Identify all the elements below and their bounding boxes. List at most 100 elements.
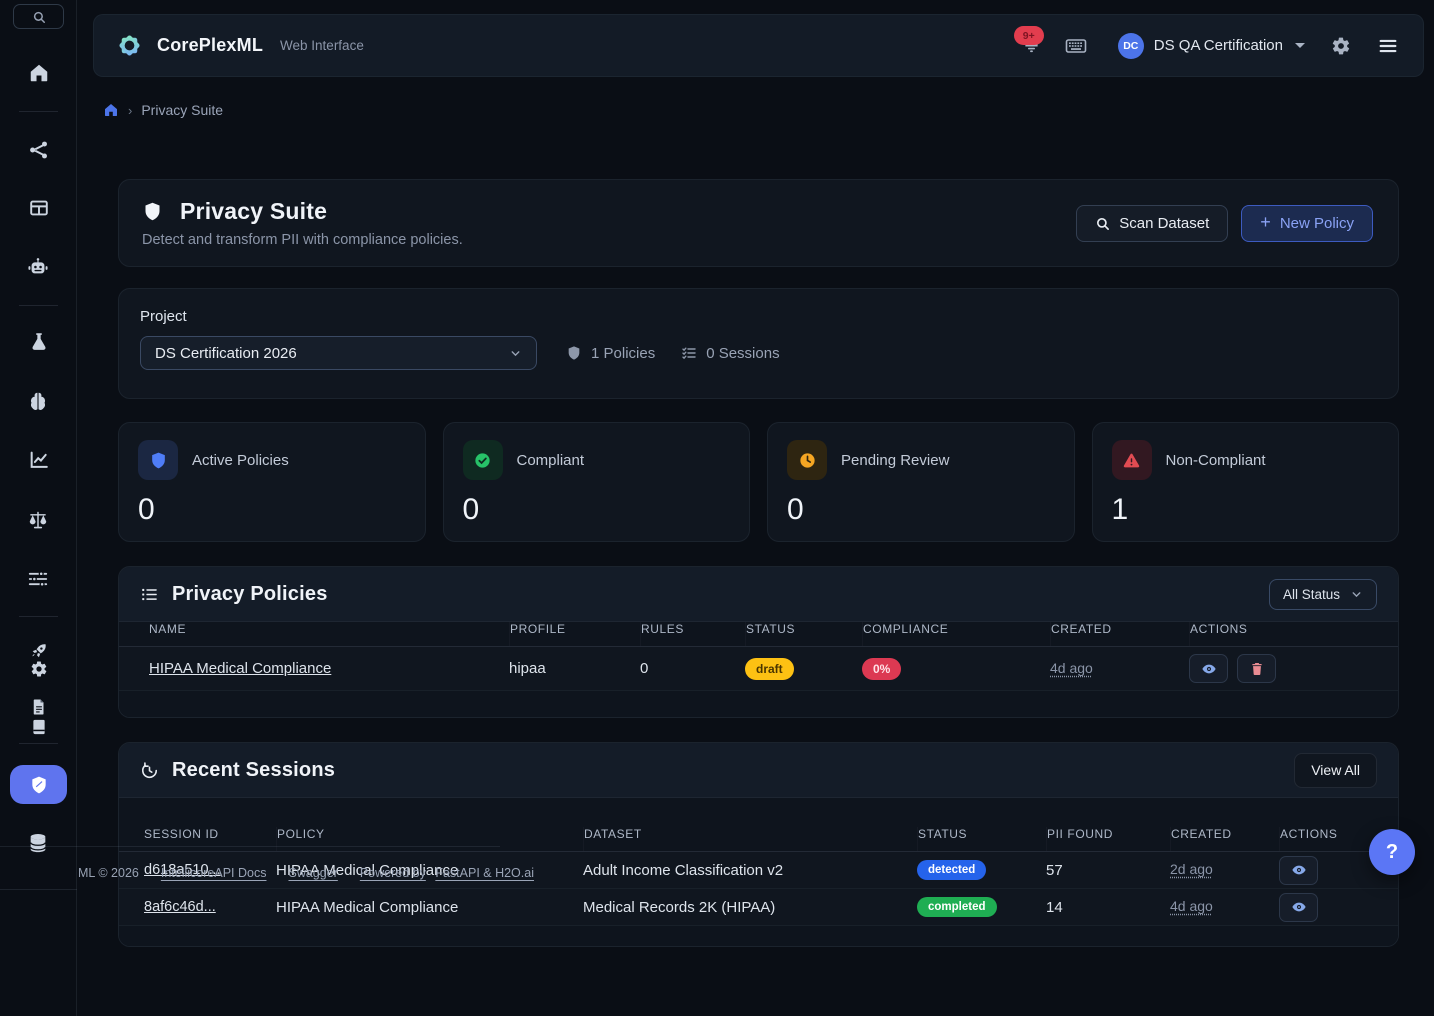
view-all-button[interactable]: View All bbox=[1294, 753, 1377, 788]
notification-badge: 9+ bbox=[1014, 26, 1044, 45]
view-policy-button[interactable] bbox=[1189, 654, 1228, 683]
help-button[interactable]: ? bbox=[1369, 829, 1415, 875]
status-filter-select[interactable]: All Status bbox=[1269, 579, 1377, 610]
session-dataset: Adult Income Classification v2 bbox=[583, 862, 917, 879]
column-header: RULES bbox=[640, 622, 745, 646]
column-header: STATUS bbox=[745, 622, 862, 646]
chevron-down-icon bbox=[1295, 43, 1305, 48]
search-icon bbox=[1095, 216, 1110, 231]
notifications-button[interactable]: 9+ bbox=[1021, 35, 1042, 56]
session-pii-found: 14 bbox=[1046, 899, 1170, 916]
home-icon bbox=[103, 102, 119, 118]
settings-button[interactable] bbox=[1331, 36, 1351, 56]
footer-divider bbox=[0, 846, 500, 847]
scan-dataset-label: Scan Dataset bbox=[1119, 215, 1209, 232]
eye-icon bbox=[1291, 862, 1307, 878]
view-session-button[interactable] bbox=[1279, 856, 1318, 885]
sidebar-divider bbox=[19, 111, 58, 112]
delete-policy-button[interactable] bbox=[1237, 654, 1276, 683]
sidebar-divider bbox=[19, 616, 58, 617]
column-header: ACTIONS bbox=[1279, 827, 1373, 851]
sidebar-search-button[interactable] bbox=[13, 4, 64, 29]
compliance-badge: 0% bbox=[862, 658, 901, 680]
sidebar-item-automl[interactable] bbox=[27, 256, 49, 278]
footer-powered-link[interactable]: FastAPI & H2O.ai bbox=[435, 866, 534, 880]
session-id-link[interactable]: 8af6c46d... bbox=[144, 899, 216, 915]
footer-swagger-link[interactable]: Swagger bbox=[288, 866, 337, 880]
stat-value: 0 bbox=[463, 493, 731, 527]
shield-icon bbox=[142, 200, 163, 223]
document-icon bbox=[30, 698, 48, 716]
project-select-value: DS Certification 2026 bbox=[155, 345, 297, 362]
footer-copyright: ML © 2026 bbox=[78, 866, 139, 880]
sidebar-item-experiments[interactable] bbox=[28, 331, 50, 353]
new-policy-button[interactable]: + New Policy bbox=[1241, 205, 1373, 242]
app-logo-icon bbox=[116, 32, 143, 59]
main-content: Privacy Suite Detect and transform PII w… bbox=[118, 179, 1399, 947]
shield-icon bbox=[29, 775, 49, 795]
sidebar-item-models[interactable] bbox=[27, 390, 49, 412]
stat-card-active-policies: Active Policies 0 bbox=[118, 422, 426, 542]
app-name: CorePlexML bbox=[157, 35, 263, 56]
sidebar-item-data-store[interactable] bbox=[27, 832, 49, 854]
breadcrumb-home-link[interactable] bbox=[103, 102, 119, 118]
stat-label: Active Policies bbox=[192, 452, 289, 469]
sidebar-divider bbox=[19, 743, 58, 744]
project-sessions-count: 0 Sessions bbox=[681, 345, 779, 362]
eye-icon bbox=[1291, 899, 1307, 915]
shield-icon bbox=[138, 440, 178, 480]
eye-icon bbox=[1201, 661, 1217, 677]
sessions-count-label: 0 Sessions bbox=[706, 345, 779, 362]
stats-row: Active Policies 0 Compliant 0 Pending Re… bbox=[118, 422, 1399, 542]
plus-icon: + bbox=[1260, 213, 1271, 231]
clock-icon bbox=[787, 440, 827, 480]
project-policies-count: 1 Policies bbox=[566, 345, 655, 362]
table-icon bbox=[28, 197, 50, 219]
sidebar-divider bbox=[19, 305, 58, 306]
footer-docs-link[interactable]: IntellicoreAPI Docs bbox=[161, 866, 267, 880]
stat-value: 0 bbox=[138, 493, 406, 527]
app-subtitle: Web Interface bbox=[280, 38, 364, 53]
sidebar-item-pipelines[interactable] bbox=[28, 139, 50, 161]
view-session-button[interactable] bbox=[1279, 893, 1318, 922]
project-card: Project DS Certification 2026 1 Policies… bbox=[118, 288, 1399, 399]
menu-button[interactable] bbox=[1377, 35, 1399, 57]
checklist-icon bbox=[681, 345, 697, 361]
stat-card-compliant: Compliant 0 bbox=[443, 422, 751, 542]
keyboard-shortcuts-button[interactable] bbox=[1064, 34, 1088, 58]
session-status-badge: completed bbox=[917, 897, 997, 917]
top-header: CorePlexML Web Interface 9+ DC DS QA Cer… bbox=[93, 14, 1424, 77]
keyboard-icon bbox=[1064, 34, 1088, 58]
stat-value: 0 bbox=[787, 493, 1055, 527]
sidebar-item-privacy-suite-active[interactable] bbox=[10, 765, 67, 804]
user-name: DS QA Certification bbox=[1154, 37, 1283, 54]
book-icon bbox=[30, 718, 48, 736]
policy-rules: 0 bbox=[640, 660, 745, 677]
column-header: COMPLIANCE bbox=[862, 622, 1050, 646]
sidebar-item-reports[interactable] bbox=[30, 698, 48, 716]
project-select[interactable]: DS Certification 2026 bbox=[140, 336, 537, 370]
sidebar-item-deploy[interactable] bbox=[30, 642, 48, 660]
sidebar-item-docs[interactable] bbox=[30, 718, 48, 736]
column-header: STATUS bbox=[917, 827, 1046, 851]
privacy-policies-card: Privacy Policies All Status NAME PROFILE… bbox=[118, 566, 1399, 718]
sessions-section-title: Recent Sessions bbox=[172, 759, 335, 782]
warning-triangle-icon bbox=[1112, 440, 1152, 480]
status-badge: draft bbox=[745, 658, 794, 680]
sidebar-item-fairness[interactable] bbox=[27, 509, 49, 531]
user-menu[interactable]: DC DS QA Certification bbox=[1118, 33, 1305, 59]
sidebar-item-admin[interactable] bbox=[30, 660, 48, 678]
scan-dataset-button[interactable]: Scan Dataset bbox=[1076, 205, 1228, 242]
session-pii-found: 57 bbox=[1046, 862, 1170, 879]
sidebar-item-monitoring[interactable] bbox=[28, 449, 50, 471]
status-filter-value: All Status bbox=[1283, 587, 1340, 602]
policy-name-link[interactable]: HIPAA Medical Compliance bbox=[149, 660, 331, 677]
session-policy: HIPAA Medical Compliance bbox=[276, 899, 583, 916]
sidebar-item-datasets[interactable] bbox=[28, 197, 50, 219]
sidebar-item-settings-tuning[interactable] bbox=[27, 568, 49, 590]
page-title: Privacy Suite bbox=[180, 198, 327, 225]
column-header: CREATED bbox=[1050, 622, 1189, 646]
session-created: 4d ago bbox=[1170, 898, 1213, 914]
sidebar-item-home[interactable] bbox=[28, 62, 50, 84]
home-icon bbox=[28, 62, 50, 84]
